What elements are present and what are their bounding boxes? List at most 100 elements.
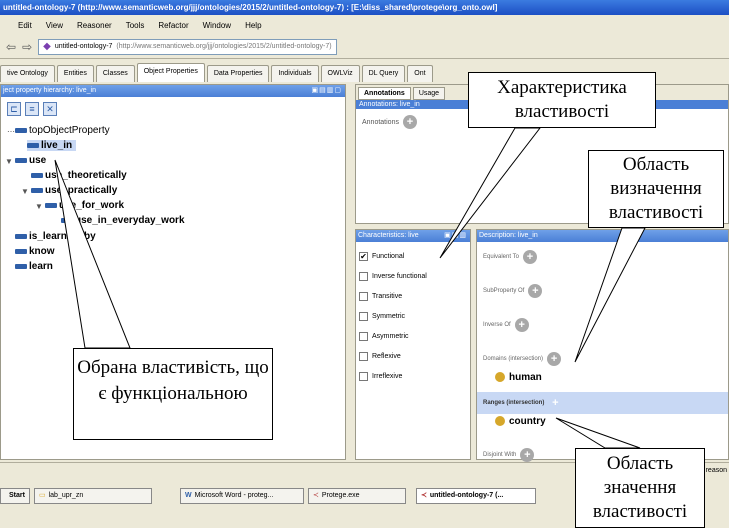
checkbox-checked-icon[interactable]: ✔: [359, 251, 368, 261]
ranges-section: Ranges (intersection) +: [477, 392, 728, 414]
hierarchy-toolbar: ⊏ ≡ ✕: [1, 97, 345, 121]
add-range-icon[interactable]: +: [548, 396, 563, 410]
ontology-uri: (http://www.semanticweb.org/jjj/ontologi…: [116, 43, 332, 50]
tab-individuals[interactable]: Individuals: [271, 65, 319, 82]
word-icon: W: [184, 492, 192, 499]
menu-tools[interactable]: Tools: [126, 21, 145, 30]
tree-node-use-for-work[interactable]: use_for_work: [45, 200, 124, 211]
tab-annotations[interactable]: Annotations: [358, 87, 411, 100]
object-property-icon: [31, 188, 43, 193]
class-icon: [495, 416, 505, 426]
tree-node-learn[interactable]: learn: [15, 261, 53, 272]
checkbox-icon[interactable]: [359, 311, 368, 321]
tab-owlviz[interactable]: OWLViz: [320, 65, 360, 82]
domain-entry[interactable]: human: [477, 370, 728, 384]
ontology-address-bar[interactable]: ◆ untitled-ontology-7 (http://www.semant…: [38, 38, 337, 55]
checkbox-icon[interactable]: [359, 371, 368, 381]
menu-window[interactable]: Window: [203, 21, 231, 30]
object-property-icon: [45, 203, 57, 208]
tree-node-use-in-everyday-work[interactable]: use_in_everyday_work: [61, 215, 185, 226]
characteristic-symmetric[interactable]: Symmetric: [356, 306, 470, 326]
characteristics-header: Characteristics: live ▣▤▥: [356, 230, 470, 242]
checkbox-icon[interactable]: [359, 351, 368, 361]
characteristic-transitive[interactable]: Transitive: [356, 286, 470, 306]
taskbar-word[interactable]: W Microsoft Word - proteg...: [179, 488, 304, 504]
annotations-label: Annotations: [362, 118, 399, 126]
class-icon: [495, 372, 505, 382]
tab-data-properties[interactable]: Data Properties: [206, 65, 270, 82]
tab-object-properties[interactable]: Object Properties: [136, 63, 205, 82]
menu-reasoner[interactable]: Reasoner: [77, 21, 112, 30]
tree-node-is-learned-by[interactable]: is_learned_by: [15, 231, 96, 242]
add-subproperty-icon[interactable]: +: [528, 284, 543, 298]
taskbar-folder[interactable]: ▭ lab_upr_zn: [33, 488, 152, 504]
property-hierarchy-title: ject property hierarchy: live_in: [3, 87, 96, 94]
tab-active-ontology[interactable]: tive Ontology: [0, 65, 55, 82]
protege-icon: ≺: [312, 492, 319, 499]
checkbox-icon[interactable]: [359, 271, 368, 281]
inverse-of-section: Inverse Of +: [477, 314, 728, 336]
characteristics-title: Characteristics: live: [358, 232, 419, 239]
subproperty-of-section: SubProperty Of +: [477, 280, 728, 302]
tree-node-live-in[interactable]: live_in: [27, 140, 77, 151]
range-entry[interactable]: country: [477, 414, 728, 428]
ontology-name: untitled-ontology-7: [54, 43, 113, 50]
delete-property-icon[interactable]: ✕: [43, 102, 57, 116]
window-title: untitled-ontology-7 (http://www.semantic…: [0, 0, 729, 15]
equivalent-to-section: Equivalent To +: [477, 246, 728, 268]
callout-domain: Область визначення властивості: [588, 150, 724, 228]
add-disjoint-icon[interactable]: +: [520, 448, 535, 462]
menu-refactor[interactable]: Refactor: [158, 21, 188, 30]
start-button[interactable]: start: [0, 488, 30, 504]
tree-node-use-theoretically[interactable]: use_theoretically: [31, 170, 127, 181]
add-annotation-icon[interactable]: +: [402, 115, 417, 129]
characteristic-reflexive[interactable]: Reflexive: [356, 346, 470, 366]
collapse-toggle-icon[interactable]: ▼: [21, 187, 29, 196]
characteristic-asymmetric[interactable]: Asymmetric: [356, 326, 470, 346]
tab-entities[interactable]: Entities: [56, 65, 94, 82]
characteristic-irreflexive[interactable]: Irreflexive: [356, 366, 470, 386]
menu-bar: Edit View Reasoner Tools Refactor Window…: [0, 15, 729, 35]
checkbox-icon[interactable]: [359, 291, 368, 301]
status-text: reason: [705, 467, 727, 474]
tab-ontograf[interactable]: Ont: [407, 65, 433, 82]
description-title: Description: live_in: [479, 232, 538, 239]
callout-selected-property: Обрана властивість, що є функціональною: [73, 348, 273, 440]
tab-dl-query[interactable]: DL Query: [361, 65, 406, 82]
tree-node-know[interactable]: know: [15, 246, 55, 257]
menu-view[interactable]: View: [46, 21, 63, 30]
menu-help[interactable]: Help: [245, 21, 261, 30]
tree-node-topobjectproperty[interactable]: topObjectProperty: [15, 125, 110, 136]
object-property-icon: [61, 218, 73, 223]
characteristic-functional[interactable]: ✔ Functional: [356, 246, 470, 266]
add-sibling-icon[interactable]: ≡: [25, 102, 39, 116]
tree-node-use[interactable]: use: [15, 155, 46, 166]
protege-icon: ≺: [420, 492, 427, 499]
add-domain-icon[interactable]: +: [547, 352, 562, 366]
characteristic-inverse-functional[interactable]: Inverse functional: [356, 266, 470, 286]
characteristics-pane: Characteristics: live ▣▤▥ ✔ Functional In…: [355, 229, 471, 460]
object-property-icon: [15, 234, 27, 239]
object-property-icon: [31, 173, 43, 178]
object-property-icon: [15, 264, 27, 269]
taskbar-untitled-ontology[interactable]: ≺ untitled-ontology-7 (...: [415, 488, 536, 504]
pane-controls-icon[interactable]: ▣▤▥: [444, 230, 470, 242]
menu-edit[interactable]: Edit: [18, 21, 32, 30]
pane-controls-icon[interactable]: ▣▤▥▢: [312, 85, 345, 97]
tab-usage[interactable]: Usage: [412, 87, 446, 100]
object-property-icon: [15, 158, 27, 163]
ontology-icon: ◆: [43, 41, 51, 52]
collapse-toggle-icon[interactable]: ▼: [5, 157, 13, 166]
taskbar-protege[interactable]: ≺ Protege.exe: [307, 488, 406, 504]
add-equivalent-icon[interactable]: +: [522, 250, 537, 264]
tree-node-use-practically[interactable]: use_practically: [31, 185, 117, 196]
checkbox-icon[interactable]: [359, 331, 368, 341]
folder-icon: ▭: [38, 492, 46, 499]
tab-classes[interactable]: Classes: [95, 65, 135, 82]
property-hierarchy-header: ject property hierarchy: live_in ▣▤▥▢: [1, 85, 345, 97]
add-subproperty-icon[interactable]: ⊏: [7, 102, 21, 116]
collapse-toggle-icon[interactable]: ▼: [35, 202, 43, 211]
forward-arrow-icon[interactable]: ⇨: [22, 40, 32, 54]
add-inverse-icon[interactable]: +: [514, 318, 529, 332]
back-arrow-icon[interactable]: ⇦: [6, 40, 16, 54]
